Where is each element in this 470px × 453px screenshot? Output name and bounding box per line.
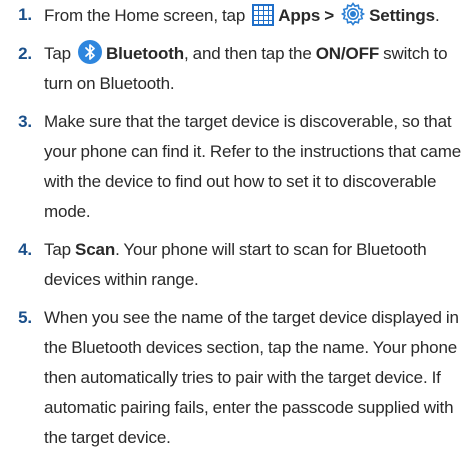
step-text: From the Home screen, tap (44, 6, 250, 25)
settings-gear-icon (340, 1, 366, 27)
step-4: 4. Tap Scan. Your phone will start to sc… (0, 227, 470, 295)
step-number: 4. (18, 240, 32, 259)
step-bold-text: Settings (369, 6, 435, 25)
step-bold-text: ON/OFF (315, 44, 380, 63)
step-text: Make sure that the target device is disc… (44, 112, 462, 221)
instruction-steps: 1. From the Home screen, tap Apps > Sett… (0, 0, 470, 453)
step-number: 2. (18, 44, 32, 63)
step-text: When you see the name of the target devi… (44, 308, 459, 447)
step-text: , and then tap the (184, 44, 316, 63)
step-5: 5. When you see the name of the target d… (0, 295, 470, 453)
step-number: 5. (18, 308, 32, 327)
step-text: Tap (44, 44, 76, 63)
step-number: 1. (18, 5, 32, 24)
step-number: 3. (18, 112, 32, 131)
step-bold-text: Apps > (278, 6, 339, 25)
step-text: . (434, 6, 440, 25)
step-1: 1. From the Home screen, tap Apps > Sett… (0, 0, 470, 31)
bluetooth-icon (77, 39, 103, 65)
step-3: 3. Make sure that the target device is d… (0, 99, 470, 227)
apps-grid-icon (251, 3, 275, 27)
step-bold-text: Scan (75, 240, 116, 259)
step-bold-text: Bluetooth (106, 44, 185, 63)
step-2: 2. Tap Bluetooth, and then tap the ON/OF… (0, 31, 470, 99)
step-text: Tap (44, 240, 76, 259)
